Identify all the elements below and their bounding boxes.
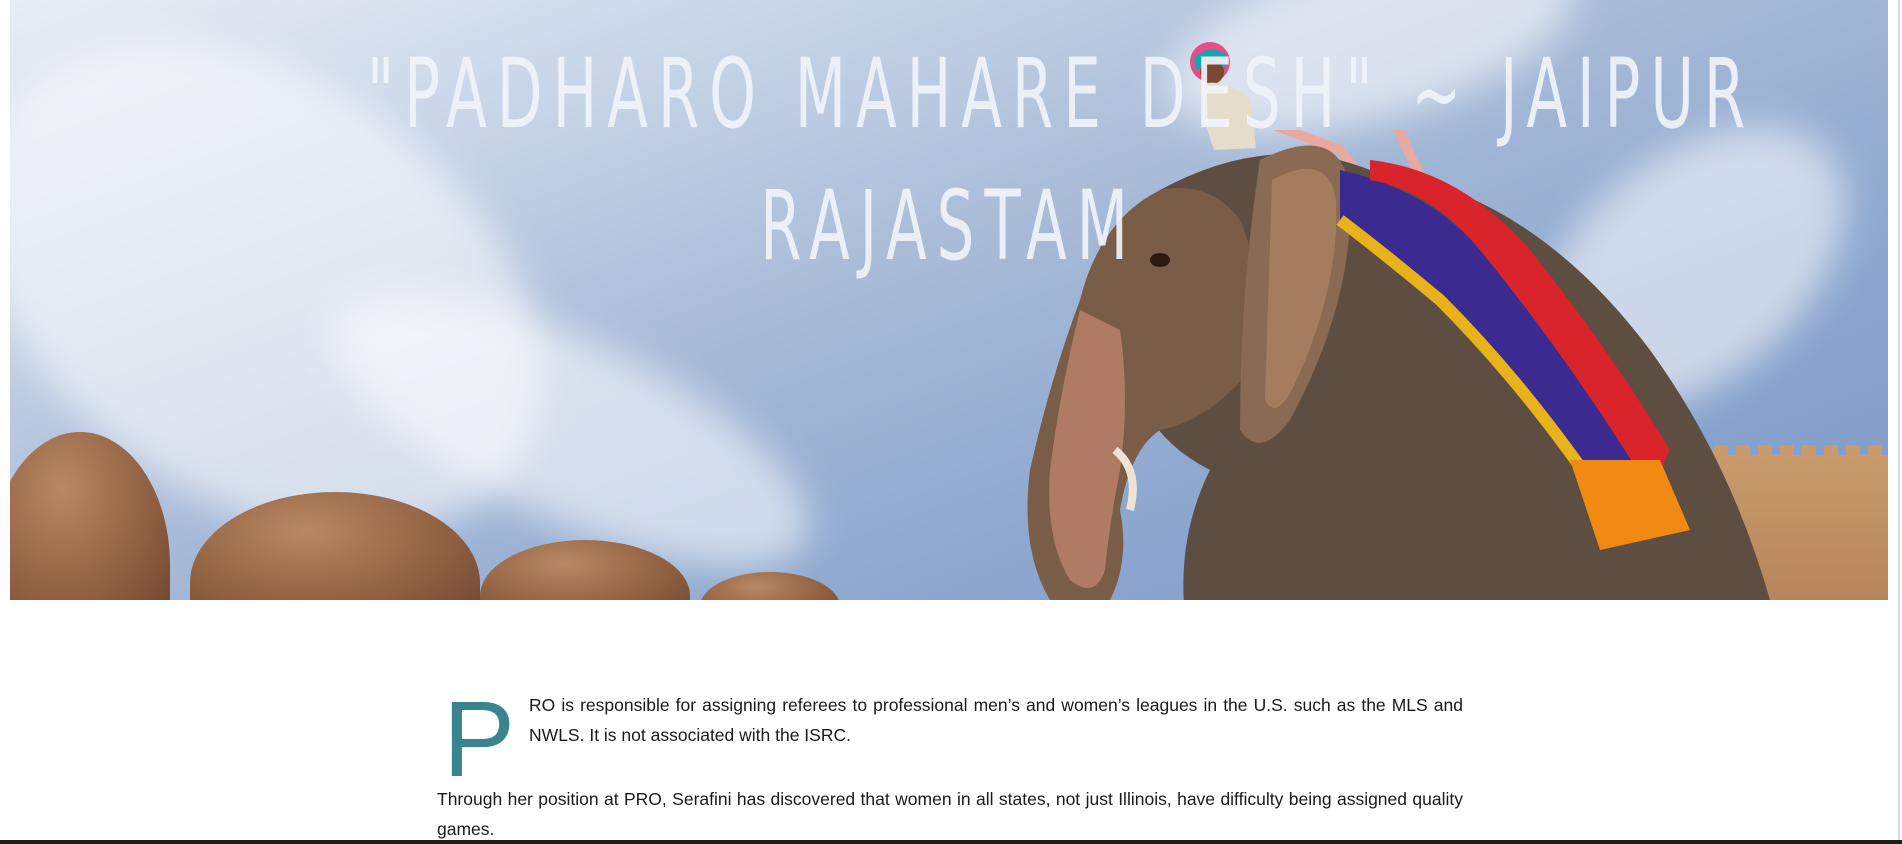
fort-wall-rock (700, 572, 840, 600)
article-paragraph: P RO is responsible for assigning refere… (437, 685, 1463, 793)
article-body: P RO is responsible for assigning refere… (437, 685, 1463, 844)
paragraph-text: RO is responsible for assigning referees… (529, 695, 1463, 745)
hero-title-line-2: RAJASTAM (760, 170, 1138, 282)
bottom-divider (0, 840, 1902, 844)
drop-cap: P (443, 678, 516, 799)
hero-title-line-1: "PADHARO MAHARE DESH" ~ JAIPUR (366, 38, 1756, 150)
scrollbar-edge (1898, 0, 1900, 844)
article-paragraph: Through her position at PRO, Serafini ha… (437, 789, 1463, 839)
hero-title: "PADHARO MAHARE DESH" ~ JAIPUR RAJASTAM (366, 28, 1756, 292)
